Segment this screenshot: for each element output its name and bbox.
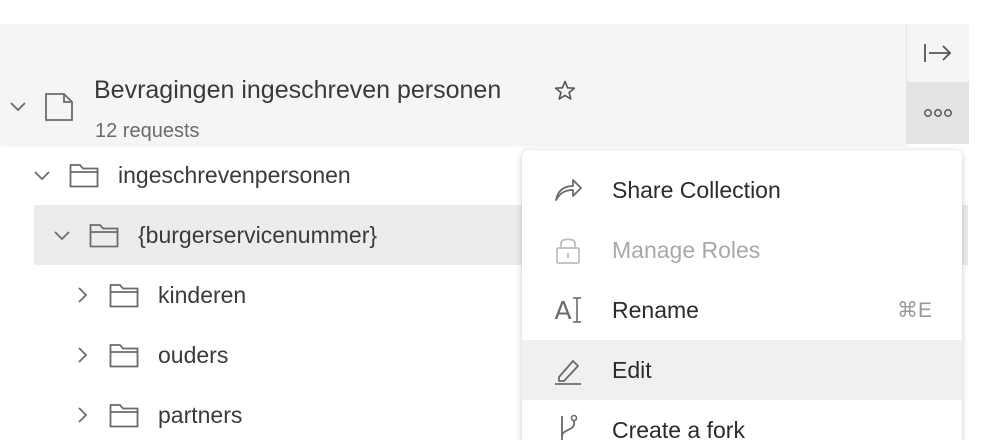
folder-icon (109, 284, 139, 308)
folder-icon (89, 224, 119, 248)
menu-item-edit[interactable]: Edit (522, 340, 962, 400)
collection-header[interactable]: Bevragingen ingeschreven personen 12 req… (0, 24, 906, 144)
menu-item-create-fork[interactable]: Create a fork (522, 400, 962, 440)
rename-icon: A (552, 294, 584, 326)
folder-label: ingeschrevenpersonen (118, 162, 351, 188)
chevron-right-icon[interactable] (72, 285, 92, 305)
menu-item-shortcut: ⌘E (896, 299, 932, 322)
collection-sidebar: Bevragingen ingeschreven personen 12 req… (0, 0, 986, 440)
chevron-right-icon[interactable] (72, 345, 92, 365)
top-strip (0, 0, 986, 24)
folder-icon (69, 164, 99, 188)
chevron-down-icon[interactable] (32, 165, 52, 185)
folder-label: {burgerservicenummer} (138, 222, 378, 248)
rename-icon-letter: A (554, 295, 572, 325)
more-actions-button[interactable] (907, 82, 969, 144)
arrow-right-bar-icon (924, 44, 952, 62)
folder-label: kinderen (158, 282, 247, 308)
request-count: 12 requests (95, 120, 200, 142)
menu-item-label: Manage Roles (612, 237, 761, 263)
collapse-button[interactable] (907, 24, 969, 82)
chevron-down-icon[interactable] (52, 225, 72, 245)
menu-item-label: Edit (612, 357, 652, 383)
menu-item-manage-roles: Manage Roles (522, 220, 962, 280)
collection-title: Bevragingen ingeschreven personen (94, 76, 502, 104)
folder-label: ouders (158, 342, 229, 368)
menu-item-label: Share Collection (612, 177, 781, 203)
chevron-right-icon[interactable] (72, 405, 92, 425)
lock-icon (552, 234, 584, 266)
chevron-down-icon[interactable] (8, 96, 28, 116)
ellipsis-icon (924, 109, 952, 117)
star-icon[interactable] (553, 79, 577, 103)
share-icon (552, 174, 584, 206)
context-menu: Share Collection Manage Roles A Rename ⌘… (522, 150, 962, 440)
folder-icon (109, 344, 139, 368)
menu-item-rename[interactable]: A Rename ⌘E (522, 280, 962, 340)
collection-icon (45, 93, 73, 121)
text-cursor-icon (572, 297, 581, 323)
menu-item-label: Create a fork (612, 417, 745, 440)
folder-label: partners (158, 402, 243, 428)
menu-item-share-collection[interactable]: Share Collection (522, 160, 962, 220)
pencil-icon (552, 354, 584, 386)
folder-icon (109, 404, 139, 428)
collection-actions (906, 24, 969, 144)
fork-icon (552, 414, 584, 440)
menu-item-label: Rename (612, 297, 699, 323)
